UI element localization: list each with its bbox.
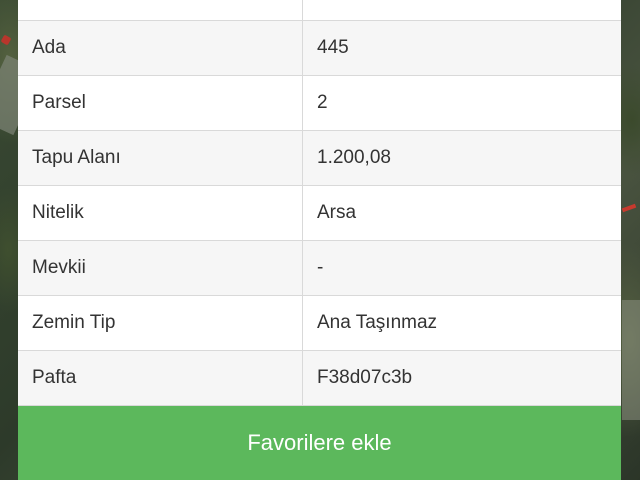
row-value: 445	[302, 20, 621, 76]
row-label: Pafta	[18, 350, 303, 406]
row-value: 157043	[302, 0, 621, 21]
parcel-details-panel: Mahalle No 157043 Ada 445 Parsel 2 Tapu …	[18, 0, 621, 406]
row-value: Ana Taşınmaz	[302, 295, 621, 351]
row-label: Zemin Tip	[18, 295, 303, 351]
table-row-tapu-alani: Tapu Alanı 1.200,08	[18, 130, 621, 186]
parcel-details-table: Mahalle No 157043 Ada 445 Parsel 2 Tapu …	[18, 0, 621, 406]
table-row-ada: Ada 445	[18, 20, 621, 76]
row-value: -	[302, 240, 621, 296]
map-parcel-marker	[621, 203, 637, 213]
table-row-mevkii: Mevkii -	[18, 240, 621, 296]
table-row-zemin-tip: Zemin Tip Ana Taşınmaz	[18, 295, 621, 351]
table-row-nitelik: Nitelik Arsa	[18, 185, 621, 241]
row-label: Ada	[18, 20, 303, 76]
table-row-mahalle-no: Mahalle No 157043	[18, 0, 621, 21]
row-value: Arsa	[302, 185, 621, 241]
row-value: 2	[302, 75, 621, 131]
row-value: 1.200,08	[302, 130, 621, 186]
row-label: Mahalle No	[18, 0, 303, 21]
add-to-favorites-button[interactable]: Favorilere ekle	[18, 406, 621, 480]
row-label: Parsel	[18, 75, 303, 131]
row-label: Mevkii	[18, 240, 303, 296]
map-road	[622, 300, 640, 420]
table-row-pafta: Pafta F38d07c3b	[18, 350, 621, 406]
table-row-parsel: Parsel 2	[18, 75, 621, 131]
map-parcel-marker	[0, 34, 12, 46]
row-label: Nitelik	[18, 185, 303, 241]
row-label: Tapu Alanı	[18, 130, 303, 186]
row-value: F38d07c3b	[302, 350, 621, 406]
